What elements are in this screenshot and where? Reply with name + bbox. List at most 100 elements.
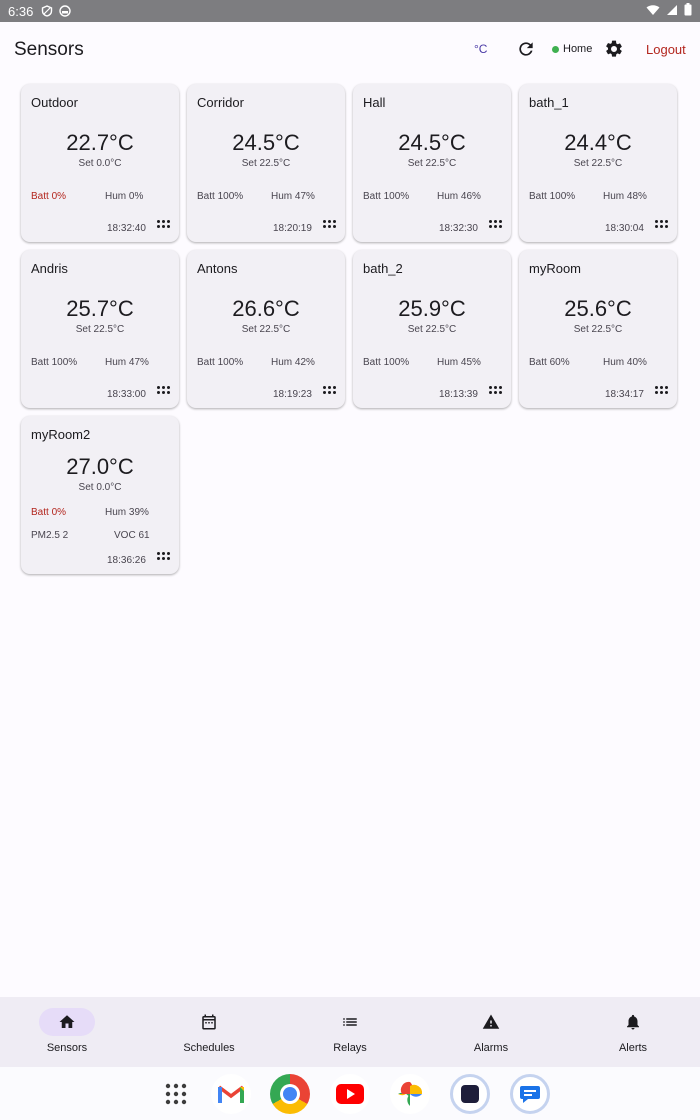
sensor-timestamp: 18:19:23 xyxy=(273,389,312,400)
unit-toggle-button[interactable]: °C xyxy=(474,42,487,56)
bottom-navigation: Sensors Schedules Relays Alarms Alerts xyxy=(0,997,700,1067)
sensor-pm25: PM2.5 2 xyxy=(31,530,69,541)
signal-icon xyxy=(666,4,678,19)
home-icon xyxy=(39,1008,95,1036)
nav-label: Alarms xyxy=(473,1042,509,1054)
bell-icon xyxy=(605,1008,661,1036)
system-dock xyxy=(0,1067,700,1120)
sensor-voc: VOC 61 xyxy=(114,530,150,541)
sensor-temperature: 25.9°C xyxy=(398,296,466,321)
sensor-battery: Batt 100% xyxy=(529,191,576,202)
sensor-battery: Batt 0% xyxy=(31,507,67,518)
sensor-setpoint: Set 0.0°C xyxy=(78,482,122,493)
nav-label: Alerts xyxy=(618,1042,648,1054)
more-dots-icon[interactable] xyxy=(323,386,337,396)
sensor-battery: Batt 60% xyxy=(529,357,570,368)
sensor-setpoint: Set 22.5°C xyxy=(573,324,623,335)
sensor-setpoint: Set 0.0°C xyxy=(78,158,122,169)
more-dots-icon[interactable] xyxy=(157,552,171,562)
sensor-card[interactable]: bath_1 24.4°C Set 22.5°C Batt 100% Hum 4… xyxy=(519,84,677,242)
more-dots-icon[interactable] xyxy=(489,220,503,230)
sensor-setpoint: Set 22.5°C xyxy=(241,324,291,335)
sensor-card[interactable]: Outdoor 22.7°C Set 0.0°C Batt 0% Hum 0% … xyxy=(21,84,179,242)
connection-label: Home xyxy=(563,43,593,55)
sensor-battery: Batt 100% xyxy=(31,357,78,368)
nav-item-sensors[interactable]: Sensors xyxy=(12,997,122,1067)
warning-icon xyxy=(463,1008,519,1036)
nav-item-schedules[interactable]: Schedules xyxy=(154,997,264,1067)
sensor-timestamp: 18:34:17 xyxy=(605,389,644,400)
sensor-battery: Batt 100% xyxy=(363,191,410,202)
sensor-humidity: Hum 47% xyxy=(271,191,315,202)
sensor-humidity: Hum 39% xyxy=(105,507,149,518)
sensor-setpoint: Set 22.5°C xyxy=(407,324,457,335)
more-dots-icon[interactable] xyxy=(157,220,171,230)
status-bar: 6:36 xyxy=(0,0,700,22)
sensor-timestamp: 18:13:39 xyxy=(439,389,478,400)
logout-button[interactable]: Logout xyxy=(646,42,686,57)
sensor-card[interactable]: myRoom2 27.0°C Set 0.0°C Batt 0% Hum 39%… xyxy=(21,416,179,574)
sensor-card[interactable]: Andris 25.7°C Set 22.5°C Batt 100% Hum 4… xyxy=(21,250,179,408)
youtube-icon[interactable] xyxy=(330,1074,370,1114)
sensor-temperature: 24.4°C xyxy=(564,130,632,155)
sensor-timestamp: 18:32:30 xyxy=(439,223,478,234)
more-dots-icon[interactable] xyxy=(157,386,171,396)
refresh-icon[interactable] xyxy=(516,39,536,64)
chrome-icon[interactable] xyxy=(270,1074,310,1114)
sensor-name: bath_2 xyxy=(363,261,403,276)
sensor-timestamp: 18:20:19 xyxy=(273,223,312,234)
nav-label: Schedules xyxy=(183,1042,235,1054)
nav-item-alarms[interactable]: Alarms xyxy=(436,997,546,1067)
sensor-temperature: 24.5°C xyxy=(232,130,300,155)
sensor-name: bath_1 xyxy=(529,95,569,110)
list-icon xyxy=(322,1008,378,1036)
status-indicators xyxy=(646,3,692,19)
connection-status: Home xyxy=(552,43,592,55)
status-time: 6:36 xyxy=(8,3,34,19)
sensor-humidity: Hum 45% xyxy=(437,357,481,368)
sensor-humidity: Hum 42% xyxy=(271,357,315,368)
sensor-setpoint: Set 22.5°C xyxy=(573,158,623,169)
sensor-temperature: 26.6°C xyxy=(232,296,300,321)
sensor-humidity: Hum 40% xyxy=(603,357,647,368)
sensor-humidity: Hum 48% xyxy=(603,191,647,202)
more-dots-icon[interactable] xyxy=(655,220,669,230)
sensor-card[interactable]: Hall 24.5°C Set 22.5°C Batt 100% Hum 46%… xyxy=(353,84,511,242)
vpn-shield-icon xyxy=(41,5,53,17)
sensor-temperature: 22.7°C xyxy=(66,130,134,155)
battery-icon xyxy=(684,3,692,19)
gmail-icon[interactable] xyxy=(211,1074,251,1114)
more-dots-icon[interactable] xyxy=(489,386,503,396)
page-title: Sensors xyxy=(14,39,84,60)
sensor-name: Antons xyxy=(197,261,238,276)
sensor-humidity: Hum 46% xyxy=(437,191,481,202)
messages-icon[interactable] xyxy=(510,1074,550,1114)
sensor-name: Andris xyxy=(31,261,68,276)
nav-label: Sensors xyxy=(46,1042,88,1054)
sensor-card[interactable]: myRoom 25.6°C Set 22.5°C Batt 60% Hum 40… xyxy=(519,250,677,408)
sensor-setpoint: Set 22.5°C xyxy=(241,158,291,169)
calendar-icon xyxy=(181,1008,237,1036)
sensor-name: Outdoor xyxy=(31,95,78,110)
sensor-timestamp: 18:30:04 xyxy=(605,223,644,234)
sensor-card[interactable]: Antons 26.6°C Set 22.5°C Batt 100% Hum 4… xyxy=(187,250,345,408)
sensor-name: myRoom xyxy=(529,261,582,276)
photos-icon[interactable] xyxy=(390,1074,430,1114)
app-bar: Sensors °C Home Logout xyxy=(0,22,700,78)
nav-item-alerts[interactable]: Alerts xyxy=(578,997,688,1067)
nav-label: Relays xyxy=(333,1042,367,1054)
sensor-temperature: 25.7°C xyxy=(66,296,134,321)
nav-item-relays[interactable]: Relays xyxy=(295,997,405,1067)
sensor-card[interactable]: bath_2 25.9°C Set 22.5°C Batt 100% Hum 4… xyxy=(353,250,511,408)
more-dots-icon[interactable] xyxy=(655,386,669,396)
sensor-name: Corridor xyxy=(197,95,244,110)
gear-icon[interactable] xyxy=(604,39,624,64)
sensor-timestamp: 18:36:26 xyxy=(107,555,146,566)
more-dots-icon[interactable] xyxy=(323,220,337,230)
sensor-card[interactable]: Corridor 24.5°C Set 22.5°C Batt 100% Hum… xyxy=(187,84,345,242)
sensor-timestamp: 18:33:00 xyxy=(107,389,146,400)
sensor-setpoint: Set 22.5°C xyxy=(75,324,125,335)
app-icon[interactable] xyxy=(450,1074,490,1114)
sensor-humidity: Hum 47% xyxy=(105,357,149,368)
app-drawer-icon[interactable] xyxy=(156,1074,196,1114)
